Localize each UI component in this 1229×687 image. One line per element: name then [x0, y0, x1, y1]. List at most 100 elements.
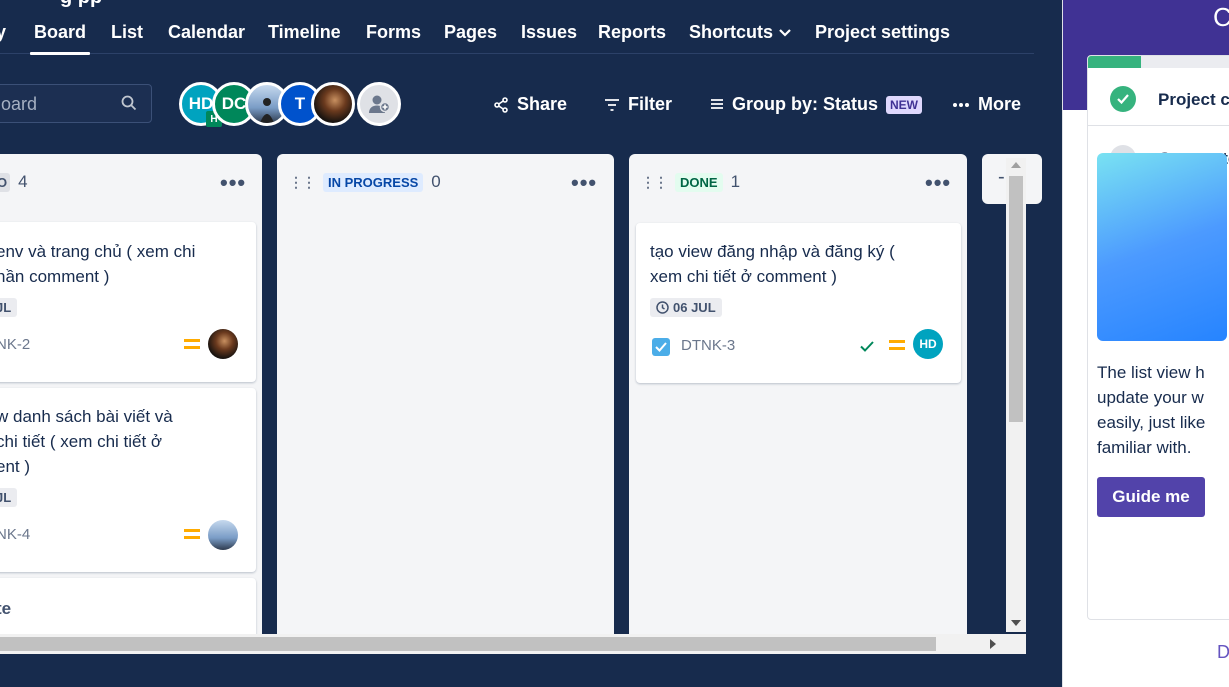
board-column-done: ⋮⋮ DONE 1 ••• tạo view đăng nhập và đăng…: [629, 154, 967, 654]
horizontal-scrollbar[interactable]: [0, 634, 1026, 654]
column-menu-icon[interactable]: •••: [220, 170, 246, 196]
priority-medium-icon: [184, 529, 200, 539]
board-main: g pp y Board List Calendar Timeline Form…: [0, 0, 1062, 687]
status-lozenge: O: [0, 172, 11, 192]
due-date: JL: [0, 300, 12, 315]
onboarding-illustration: [1097, 153, 1227, 341]
card-title-line: tạo view đăng nhập và đăng ký (: [650, 242, 895, 261]
add-person-icon: [369, 95, 391, 113]
more-icon: [953, 102, 969, 107]
card-item[interactable]: env và trang chủ ( xem chi hần comment )…: [0, 222, 256, 382]
assignee-avatar[interactable]: HD: [913, 329, 943, 359]
tab-project-settings[interactable]: Project settings: [815, 22, 950, 43]
add-people-button[interactable]: [357, 82, 401, 126]
card-title-line: chi tiết ( xem chi tiết ở: [0, 432, 163, 451]
share-label: Share: [517, 94, 568, 114]
issue-key[interactable]: NK-2: [0, 336, 30, 353]
tab-board[interactable]: Board: [29, 22, 91, 55]
status-lozenge: DONE: [675, 172, 723, 192]
checklist-step-1[interactable]: Project cr: [1088, 68, 1229, 126]
due-date: JL: [0, 490, 12, 505]
column-count: 1: [730, 172, 741, 191]
tab-list[interactable]: List: [111, 22, 143, 43]
drag-handle-icon[interactable]: ⋮⋮: [289, 174, 316, 191]
onboarding-sidebar: C Project cr Get starte The list view h …: [1062, 0, 1229, 687]
list-icon: [711, 98, 723, 109]
create-issue-label: te: [0, 599, 12, 618]
search-input[interactable]: oard: [0, 84, 152, 123]
card-title-line: env và trang chủ ( xem chi: [0, 242, 196, 261]
horizontal-scroll-thumb[interactable]: [0, 637, 936, 651]
onboarding-description: The list view h update your w easily, ju…: [1097, 363, 1206, 457]
vertical-scroll-thumb[interactable]: [1009, 176, 1023, 422]
group-by-label: Group by: Status: [732, 94, 879, 114]
sidebar-footer-fragment[interactable]: D: [1217, 642, 1229, 663]
onboarding-title-fragment: C: [1213, 2, 1229, 33]
card-item[interactable]: w danh sách bài viết và chi tiết ( xem c…: [0, 388, 256, 572]
due-date-badge: JL: [0, 488, 18, 507]
progress-fill: [1088, 56, 1141, 68]
card-item[interactable]: tạo view đăng nhập và đăng ký ( xem chi …: [636, 223, 961, 383]
tab-forms[interactable]: Forms: [366, 22, 421, 43]
column-count: 4: [18, 172, 28, 191]
avatar-initials: DC: [221, 94, 247, 113]
scroll-up-icon[interactable]: [1011, 162, 1021, 168]
board-column-1: O 4 ••• env và trang chủ ( xem chi hần c…: [0, 154, 262, 654]
tab-pages[interactable]: Pages: [444, 22, 497, 43]
tab-shortcuts[interactable]: Shortcuts: [689, 22, 791, 43]
column-header: ⋮⋮ IN PROGRESS 0: [289, 172, 441, 192]
new-badge: NEW: [886, 95, 923, 114]
scroll-right-icon[interactable]: [990, 639, 996, 649]
filter-button[interactable]: Filter: [604, 94, 672, 115]
vertical-scrollbar[interactable]: [1006, 158, 1026, 632]
onboarding-progress-bar: [1088, 56, 1229, 68]
priority-medium-icon: [889, 340, 905, 350]
column-header-fragment: -: [998, 166, 1005, 188]
guide-me-button[interactable]: Guide me: [1097, 477, 1205, 517]
step-label: Project cr: [1158, 90, 1229, 109]
shortcuts-label: Shortcuts: [689, 22, 774, 42]
scroll-down-icon[interactable]: [1011, 620, 1021, 626]
search-icon: [121, 95, 137, 111]
drag-handle-icon[interactable]: ⋮⋮: [641, 174, 668, 191]
nav-item-cut[interactable]: y: [0, 22, 6, 43]
priority-medium-icon: [184, 339, 200, 349]
tab-issues[interactable]: Issues: [521, 22, 577, 43]
assignee-avatar[interactable]: [208, 329, 238, 359]
status-lozenge: IN PROGRESS: [323, 172, 424, 192]
share-button[interactable]: Share: [493, 94, 567, 115]
clock-icon: [656, 301, 669, 314]
tab-timeline[interactable]: Timeline: [268, 22, 341, 43]
project-nav: y Board List Calendar Timeline Forms Pag…: [0, 18, 1034, 55]
filter-icon: [605, 98, 619, 111]
project-title-fragment: g pp: [60, 0, 102, 9]
board-column-in-progress: ⋮⋮ IN PROGRESS 0 •••: [277, 154, 614, 654]
card-title-line: hần comment ): [0, 267, 110, 286]
chevron-down-icon: [779, 29, 791, 37]
filter-label: Filter: [628, 94, 673, 114]
avatar-photo-2[interactable]: [311, 82, 355, 126]
tab-reports[interactable]: Reports: [598, 22, 666, 43]
column-menu-icon[interactable]: •••: [925, 170, 951, 196]
column-header: ⋮⋮ DONE 1: [641, 172, 740, 192]
issue-key[interactable]: NK-4: [0, 526, 30, 543]
tab-calendar[interactable]: Calendar: [168, 22, 245, 43]
avatar-initials: T: [294, 94, 306, 113]
card-title-line: xem chi tiết ở comment ): [650, 267, 837, 286]
task-type-icon: [652, 338, 670, 356]
more-label: More: [978, 94, 1022, 114]
due-date-badge: JL: [0, 298, 18, 317]
more-button[interactable]: More: [952, 94, 1021, 115]
column-count: 0: [431, 172, 441, 191]
assignee-avatar[interactable]: [208, 520, 238, 550]
done-check-icon: [860, 341, 874, 352]
group-by-button[interactable]: Group by: Status NEW: [710, 94, 923, 115]
column-menu-icon[interactable]: •••: [571, 170, 597, 196]
card-title-line: ent ): [0, 457, 31, 476]
due-date: 06 JUL: [673, 300, 716, 315]
issue-key[interactable]: DTNK-3: [681, 337, 735, 354]
check-circle-icon: [1110, 86, 1136, 112]
column-header: O 4: [0, 172, 28, 192]
due-date-badge: 06 JUL: [650, 298, 722, 317]
card-title-line: w danh sách bài viết và: [0, 407, 173, 426]
